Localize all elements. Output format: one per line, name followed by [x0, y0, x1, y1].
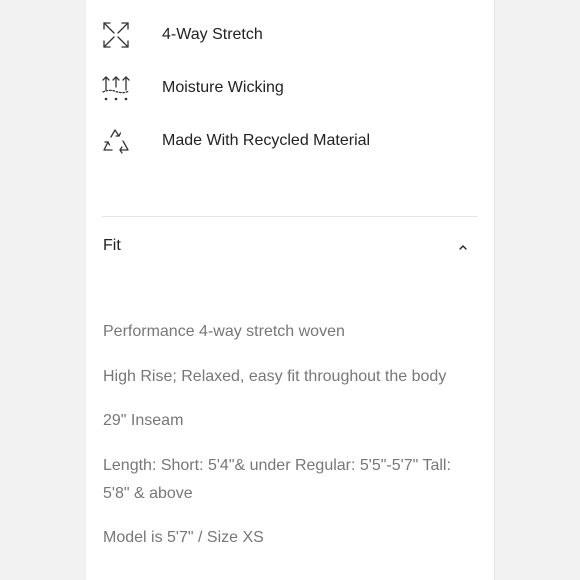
section-divider	[102, 216, 478, 217]
accordion-title: Fit	[103, 237, 121, 254]
feature-item-4-way-stretch: 4-Way Stretch	[86, 16, 494, 56]
feature-item-recycled-material: Made With Recycled Material	[86, 122, 494, 162]
feature-label: Moisture Wicking	[162, 79, 284, 96]
fit-detail-item: Length: Short: 5'4"& under Regular: 5'5"…	[103, 456, 451, 502]
fit-detail-item: 29" Inseam	[103, 412, 184, 429]
page: 4-Way Stretch Moisture Wicking Made With…	[0, 0, 580, 580]
moisture-wicking-icon	[102, 76, 130, 101]
fit-detail-item: Model is 5'7" / Size XS	[103, 529, 264, 546]
chevron-up-icon[interactable]	[458, 243, 468, 251]
fit-detail-item: High Rise; Relaxed, easy fit throughout …	[103, 367, 447, 385]
fit-details-list: Performance 4-way stretch woven High Ris…	[103, 318, 477, 569]
feature-item-moisture-wicking: Moisture Wicking	[86, 69, 494, 109]
fit-detail-item: Performance 4-way stretch woven	[103, 323, 345, 340]
feature-label: 4-Way Stretch	[162, 26, 263, 43]
arrows-expand-icon	[103, 22, 129, 48]
fit-accordion-header[interactable]: Fit	[102, 226, 478, 266]
feature-label: Made With Recycled Material	[162, 132, 371, 149]
product-details-panel: 4-Way Stretch Moisture Wicking Made With…	[86, 0, 495, 580]
recycle-icon	[103, 129, 129, 154]
